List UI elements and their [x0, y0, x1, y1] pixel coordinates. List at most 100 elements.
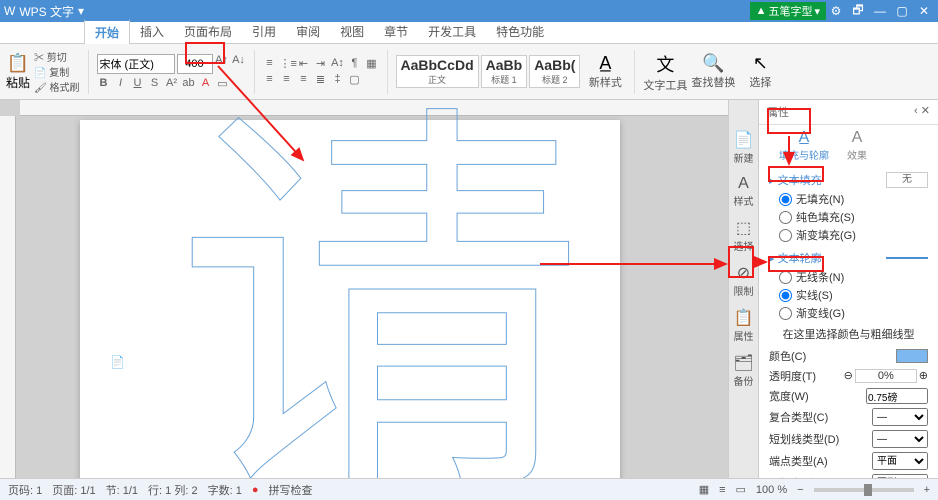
page[interactable]: 请 📄 — [80, 120, 620, 478]
dash-select[interactable]: — — [872, 430, 928, 448]
bold-icon[interactable]: B — [97, 77, 111, 90]
radio-solid-fill[interactable] — [779, 211, 792, 224]
minimize-icon[interactable]: — — [870, 4, 890, 18]
strike-icon[interactable]: S — [148, 77, 162, 90]
font-size-input[interactable] — [177, 54, 213, 74]
section-text-fill[interactable]: ▸ 文本填充 — [769, 172, 822, 188]
vertical-ruler[interactable] — [0, 116, 16, 478]
sidecol-select[interactable]: ⬚选择 — [734, 218, 754, 253]
status-page[interactable]: 页码: 1 — [8, 482, 42, 498]
status-bar: 页码: 1 页面: 1/1 节: 1/1 行: 1 列: 2 字数: 1 ●拼写… — [0, 478, 938, 500]
format-painter-button[interactable]: 🖌 格式刷 — [34, 79, 79, 94]
zoom-slider[interactable] — [814, 488, 914, 492]
compound-select[interactable]: — — [872, 408, 928, 426]
view-web-icon[interactable]: ▭ — [736, 483, 746, 496]
tab-layout[interactable]: 页面布局 — [174, 20, 242, 43]
cap-select[interactable]: 平面 — [872, 452, 928, 470]
cap-label: 端点类型(A) — [769, 453, 828, 469]
tab-ref[interactable]: 引用 — [242, 20, 286, 43]
opacity-minus[interactable]: ⊖ — [844, 369, 853, 383]
sidecol-limit[interactable]: ⊘限制 — [734, 263, 754, 298]
canvas[interactable]: 请 📄 — [0, 100, 728, 478]
paste-button[interactable]: 📋 粘贴 — [6, 53, 30, 91]
increase-font-icon[interactable]: A↑ — [215, 54, 229, 74]
zoom-in-icon[interactable]: + — [924, 484, 930, 496]
tab-insert[interactable]: 插入 — [130, 20, 174, 43]
align-justify-icon[interactable]: ≣ — [314, 73, 328, 86]
copy-button[interactable]: 📄 复制 — [34, 64, 79, 79]
italic-icon[interactable]: I — [114, 77, 128, 90]
indent-left-icon[interactable]: ⇤ — [297, 57, 311, 70]
view-print-icon[interactable]: ▦ — [699, 483, 709, 496]
section-text-outline[interactable]: ▸ 文本轮廓 — [769, 250, 822, 266]
wps-icon: W — [4, 4, 15, 18]
cut-button[interactable]: ✂ 剪切 — [34, 49, 79, 64]
tab-dev[interactable]: 开发工具 — [418, 20, 486, 43]
status-pos[interactable]: 行: 1 列: 2 — [148, 482, 198, 498]
outlined-character[interactable]: 请 — [175, 110, 585, 478]
radio-gradient-fill[interactable] — [779, 229, 792, 242]
panel-close-icon[interactable]: ✕ — [921, 105, 930, 117]
status-spell[interactable]: 拼写检查 — [268, 482, 312, 498]
status-words[interactable]: 字数: 1 — [208, 482, 242, 498]
color-picker[interactable] — [896, 349, 928, 363]
tab-section[interactable]: 章节 — [374, 20, 418, 43]
radio-no-fill[interactable] — [779, 193, 792, 206]
panel-back-icon[interactable]: ‹ — [914, 105, 918, 117]
super-icon[interactable]: A² — [165, 77, 179, 90]
fill-none-swatch: 无 — [886, 172, 928, 188]
radio-no-line[interactable] — [779, 271, 792, 284]
close-icon[interactable]: ✕ — [914, 4, 934, 18]
style-gallery[interactable]: AaBbCcDd正文 AaBb标题 1 AaBb(标题 2 — [396, 55, 581, 88]
sidecol-properties[interactable]: 📋属性 — [734, 308, 754, 343]
opacity-plus[interactable]: ⊕ — [919, 369, 928, 383]
borders-icon[interactable]: ▢ — [348, 73, 362, 86]
underline-icon[interactable]: U — [131, 77, 145, 90]
align-left-icon[interactable]: ≡ — [263, 73, 277, 86]
find-replace-button[interactable]: 🔍查找替换 — [691, 53, 735, 90]
sidecol-backup[interactable]: 🗂备份 — [733, 353, 753, 388]
font-color-icon[interactable]: A — [199, 77, 213, 90]
tab-special[interactable]: 特色功能 — [486, 20, 554, 43]
text-tools-button[interactable]: 文文字工具 — [643, 51, 687, 93]
highlight-icon[interactable]: ab — [182, 77, 196, 90]
annotation-hint: 在这里选择颜色与粗细线型 — [769, 326, 928, 342]
panel-tab-effects[interactable]: A效果 — [847, 129, 867, 162]
tab-review[interactable]: 审阅 — [286, 20, 330, 43]
sidecol-new[interactable]: 📄新建 — [734, 130, 754, 165]
status-pages[interactable]: 页面: 1/1 — [52, 482, 95, 498]
status-section[interactable]: 节: 1/1 — [106, 482, 138, 498]
bullets-icon[interactable]: ≡ — [263, 57, 277, 70]
select-button[interactable]: ↖选择 — [739, 53, 781, 90]
tab-home[interactable]: 开始 — [84, 19, 130, 44]
dash-label: 短划线类型(D) — [769, 431, 839, 447]
sidecol-style[interactable]: A样式 — [734, 175, 754, 208]
decrease-font-icon[interactable]: A↓ — [232, 54, 246, 74]
new-style-button[interactable]: A̲新样式 — [584, 53, 626, 90]
align-center-icon[interactable]: ≡ — [280, 73, 294, 86]
marks-icon[interactable]: ¶ — [348, 57, 362, 70]
table-icon[interactable]: ▦ — [365, 57, 379, 70]
zoom-out-icon[interactable]: − — [797, 484, 803, 496]
panel-tab-fill-outline[interactable]: A̲填充与轮廓 — [779, 129, 829, 162]
align-right-icon[interactable]: ≡ — [297, 73, 311, 86]
numbering-icon[interactable]: ⋮≡ — [280, 57, 294, 70]
radio-solid-line[interactable] — [779, 289, 792, 302]
indent-right-icon[interactable]: ⇥ — [314, 57, 328, 70]
tab-view[interactable]: 视图 — [330, 20, 374, 43]
restore-icon[interactable]: 🗗 — [848, 1, 868, 22]
radio-gradient-line[interactable] — [779, 307, 792, 320]
side-column: 📄新建 A样式 ⬚选择 ⊘限制 📋属性 🗂备份 — [728, 100, 758, 478]
maximize-icon[interactable]: ▢ — [892, 4, 912, 18]
dropdown-icon[interactable]: ▾ — [78, 4, 84, 18]
shading-icon[interactable]: ▭ — [216, 77, 230, 90]
sort-icon[interactable]: A↕ — [331, 57, 345, 70]
ime-badge[interactable]: ▲ 五笔字型 ▾ — [750, 2, 826, 20]
font-name-input[interactable] — [97, 54, 175, 74]
view-outline-icon[interactable]: ≡ — [719, 484, 725, 496]
settings-icon[interactable]: ⚙ — [826, 4, 846, 18]
zoom-value[interactable]: 100 % — [756, 484, 787, 496]
line-spacing-icon[interactable]: ‡ — [331, 73, 345, 86]
width-input[interactable] — [866, 388, 928, 404]
opacity-value[interactable]: 0% — [855, 369, 917, 383]
